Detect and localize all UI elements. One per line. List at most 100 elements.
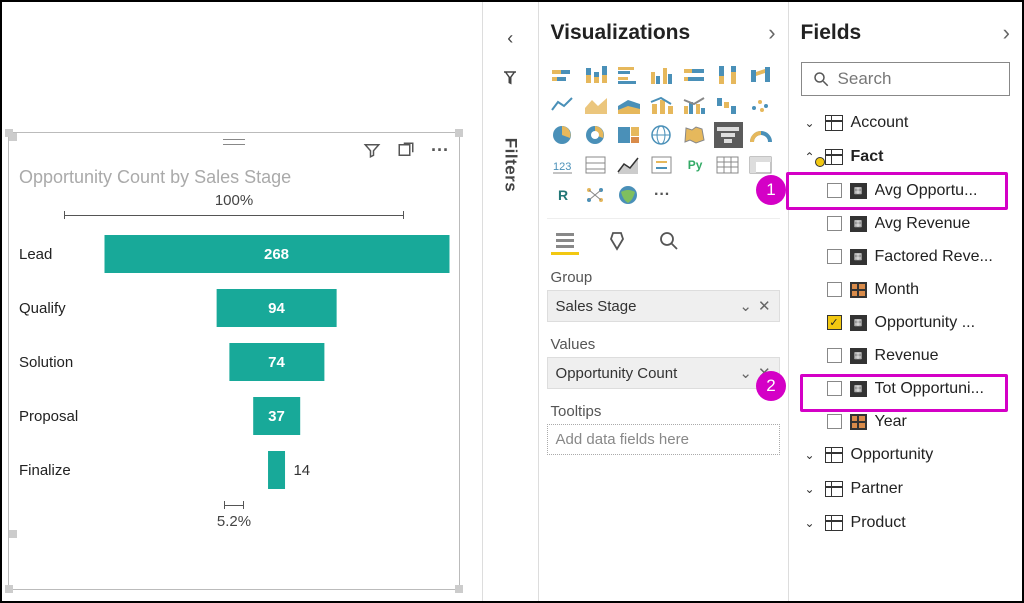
svg-text:123: 123 [553, 161, 571, 173]
chevron-right-icon[interactable]: › [768, 20, 775, 46]
funnel-bar[interactable]: 94 [216, 289, 337, 327]
field-revenue[interactable]: ▦Revenue [797, 339, 1014, 372]
table-partner[interactable]: ⌄Partner [797, 472, 1014, 506]
card-icon[interactable]: 123 [549, 152, 578, 178]
stacked-column-icon[interactable] [582, 62, 611, 88]
field-year[interactable]: Year [797, 405, 1014, 438]
search-input[interactable]: Search [801, 62, 1010, 96]
more-visuals-icon[interactable]: ··· [648, 182, 677, 208]
clustered-column-icon[interactable] [648, 62, 677, 88]
top-percent-label: 100% [9, 192, 459, 209]
tooltips-well-label: Tooltips [547, 397, 780, 424]
funnel-visual[interactable]: ··· Opportunity Count by Sales Stage 100… [8, 132, 460, 590]
pie-icon[interactable] [549, 122, 578, 148]
field-avg-opportunity[interactable]: ▦Avg Opportu... [797, 174, 1014, 207]
funnel-rows: Lead268 Qualify94 Solution74 Proposal37 … [9, 227, 459, 497]
gauge-icon[interactable] [747, 122, 776, 148]
slicer-icon[interactable] [648, 152, 677, 178]
chart-title: Opportunity Count by Sales Stage [9, 163, 459, 190]
line-stacked-column-icon[interactable] [648, 92, 677, 118]
checkbox[interactable] [827, 183, 842, 198]
clustered-bar-icon[interactable] [615, 62, 644, 88]
map-icon[interactable] [648, 122, 677, 148]
category-label: Lead [19, 246, 104, 263]
checkbox[interactable] [827, 414, 842, 429]
measure-icon: ▦ [850, 216, 867, 232]
chevron-left-icon[interactable]: ‹ [507, 28, 513, 49]
table-account[interactable]: ⌄Account [797, 106, 1014, 140]
funnel-icon[interactable] [714, 122, 743, 148]
chevron-down-icon: ⌄ [803, 516, 817, 530]
chevron-right-icon[interactable]: › [1003, 20, 1010, 46]
area-icon[interactable] [582, 92, 611, 118]
key-influencers-icon[interactable] [582, 182, 611, 208]
more-options-icon[interactable]: ··· [431, 140, 449, 161]
hundred-stacked-column-icon[interactable] [714, 62, 743, 88]
field-month[interactable]: Month [797, 273, 1014, 306]
multirow-card-icon[interactable] [582, 152, 611, 178]
report-canvas[interactable]: ··· Opportunity Count by Sales Stage 100… [2, 2, 482, 601]
format-tab-icon[interactable] [603, 227, 631, 255]
r-visual-icon[interactable]: R [549, 182, 578, 208]
checkbox[interactable] [827, 348, 842, 363]
python-visual-icon[interactable]: Py [681, 152, 710, 178]
chevron-down-icon[interactable]: ⌄ [739, 364, 752, 382]
arcgis-icon[interactable] [615, 182, 644, 208]
focus-icon[interactable] [397, 141, 415, 159]
active-badge-icon [815, 157, 825, 167]
field-tot-opportunity[interactable]: ▦Tot Opportuni... [797, 372, 1014, 405]
category-label: Solution [19, 354, 104, 371]
tooltips-field-well[interactable]: Add data fields here [547, 424, 780, 455]
table-opportunity[interactable]: ⌄Opportunity [797, 438, 1014, 472]
category-label: Qualify [19, 300, 104, 317]
filter-icon[interactable] [363, 141, 381, 159]
stacked-bar-icon[interactable] [549, 62, 578, 88]
values-well-label: Values [547, 330, 780, 357]
chevron-down-icon[interactable]: ⌄ [739, 297, 752, 315]
waterfall-icon[interactable] [714, 92, 743, 118]
hundred-stacked-bar-icon[interactable] [681, 62, 710, 88]
line-clustered-column-icon[interactable] [681, 92, 710, 118]
ribbon-icon[interactable] [747, 62, 776, 88]
remove-field-icon[interactable]: ✕ [758, 297, 771, 315]
checkbox[interactable] [827, 216, 842, 231]
kpi-icon[interactable] [615, 152, 644, 178]
fields-tab-icon[interactable] [551, 227, 579, 255]
category-label: Proposal [19, 408, 104, 425]
funnel-bar[interactable]: 268 [104, 235, 449, 273]
pane-title: Fields [801, 21, 862, 45]
field-opportunity-count[interactable]: ▦Opportunity ... [797, 306, 1014, 339]
fields-pane: Fields › Search ⌄Account ⌃Fact ▦Avg Oppo… [788, 2, 1022, 601]
treemap-icon[interactable] [615, 122, 644, 148]
filled-map-icon[interactable] [681, 122, 710, 148]
scatter-icon[interactable] [747, 92, 776, 118]
filters-pane-collapsed[interactable]: ‹ Filters [482, 2, 538, 601]
hierarchy-icon [850, 414, 867, 430]
checkbox[interactable] [827, 249, 842, 264]
table-icon[interactable] [714, 152, 743, 178]
funnel-bar[interactable]: 14 [268, 451, 286, 489]
funnel-bar[interactable]: 74 [229, 343, 324, 381]
group-field-well[interactable]: Sales Stage ⌄✕ [547, 290, 780, 322]
values-field-well[interactable]: Opportunity Count ⌄✕ [547, 357, 780, 389]
stacked-area-icon[interactable] [615, 92, 644, 118]
visualizations-pane: Visualizations › 123 Py R ··· [538, 2, 788, 601]
funnel-bar[interactable]: 37 [253, 397, 301, 435]
drag-handle-icon[interactable] [223, 139, 245, 145]
donut-icon[interactable] [582, 122, 611, 148]
field-factored-revenue[interactable]: ▦Factored Reve... [797, 240, 1014, 273]
table-product[interactable]: ⌄Product [797, 506, 1014, 540]
checkbox-checked[interactable] [827, 315, 842, 330]
analytics-tab-icon[interactable] [655, 227, 683, 255]
measure-icon: ▦ [850, 183, 867, 199]
checkbox[interactable] [827, 282, 842, 297]
table-icon [825, 149, 843, 165]
field-avg-revenue[interactable]: ▦Avg Revenue [797, 207, 1014, 240]
table-fact[interactable]: ⌃Fact [797, 140, 1014, 174]
checkbox[interactable] [827, 381, 842, 396]
chevron-down-icon: ⌄ [803, 116, 817, 130]
measure-icon: ▦ [850, 315, 867, 331]
table-icon [825, 515, 843, 531]
line-icon[interactable] [549, 92, 578, 118]
filter-icon [501, 69, 519, 87]
